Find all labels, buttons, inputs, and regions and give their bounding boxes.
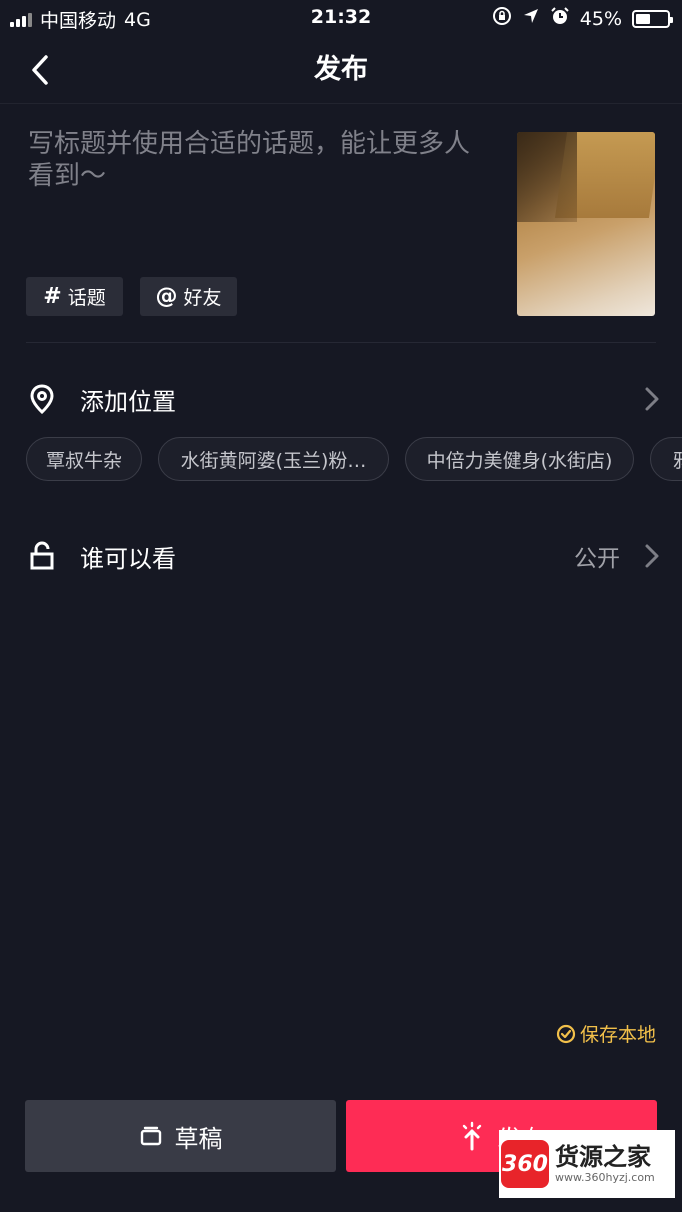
rotation-lock-icon bbox=[492, 6, 512, 31]
draft-button[interactable]: 草稿 bbox=[25, 1100, 336, 1172]
page-title: 发布 bbox=[314, 54, 368, 85]
add-location-row[interactable]: 添加位置 bbox=[0, 371, 682, 427]
caption-area bbox=[28, 128, 490, 238]
divider bbox=[26, 342, 656, 343]
battery-icon bbox=[632, 9, 673, 28]
save-local-label: 保存本地 bbox=[579, 1024, 656, 1046]
watermark-logo: 360 bbox=[501, 1140, 549, 1188]
visibility-value: 公开 bbox=[574, 546, 620, 572]
video-thumbnail[interactable] bbox=[517, 132, 655, 316]
location-chip[interactable]: 水街黄阿婆(玉兰)粉… bbox=[158, 437, 389, 481]
at-icon: @ bbox=[155, 284, 178, 309]
chevron-right-icon bbox=[640, 540, 664, 572]
watermark-url: www.360hyzj.com bbox=[555, 1171, 655, 1184]
caption-input[interactable] bbox=[28, 128, 490, 238]
location-chip[interactable]: 鸦 bbox=[650, 437, 682, 481]
location-suggestions: 覃叔牛杂 水街黄阿婆(玉兰)粉… 中倍力美健身(水街店) 鸦 bbox=[26, 437, 682, 481]
hashtag-icon: # bbox=[43, 284, 62, 309]
location-arrow-icon bbox=[522, 7, 540, 30]
status-bar: 中国移动 4G 21:32 45% bbox=[0, 0, 682, 36]
watermark-name: 货源之家 bbox=[555, 1143, 651, 1171]
location-chip[interactable]: 覃叔牛杂 bbox=[26, 437, 142, 481]
unlock-icon bbox=[26, 540, 58, 572]
visibility-label: 谁可以看 bbox=[80, 544, 176, 573]
alarm-icon bbox=[550, 6, 570, 31]
upload-sparkle-icon bbox=[462, 1121, 481, 1151]
draft-label: 草稿 bbox=[174, 1124, 223, 1153]
save-local-toggle[interactable]: 保存本地 bbox=[556, 1020, 656, 1047]
mention-friend-button[interactable]: @ 好友 bbox=[140, 277, 237, 316]
status-right: 45% bbox=[492, 6, 673, 31]
topic-label: 话题 bbox=[67, 287, 106, 309]
draft-box-icon bbox=[140, 1126, 161, 1146]
battery-percent: 45% bbox=[579, 7, 622, 30]
check-circle-icon bbox=[556, 1024, 576, 1043]
watermark-text: 货源之家 www.360hyzj.com bbox=[555, 1143, 655, 1185]
chevron-right-icon bbox=[640, 383, 664, 415]
location-chip[interactable]: 中倍力美健身(水街店) bbox=[405, 437, 634, 481]
add-location-label: 添加位置 bbox=[80, 387, 176, 416]
nav-bar: 发布 bbox=[0, 36, 682, 104]
watermark: 360 货源之家 www.360hyzj.com bbox=[499, 1130, 675, 1198]
friend-label: 好友 bbox=[183, 287, 222, 309]
location-pin-icon bbox=[26, 383, 58, 415]
visibility-row[interactable]: 谁可以看 公开 bbox=[0, 528, 682, 584]
topic-button[interactable]: # 话题 bbox=[26, 277, 123, 316]
